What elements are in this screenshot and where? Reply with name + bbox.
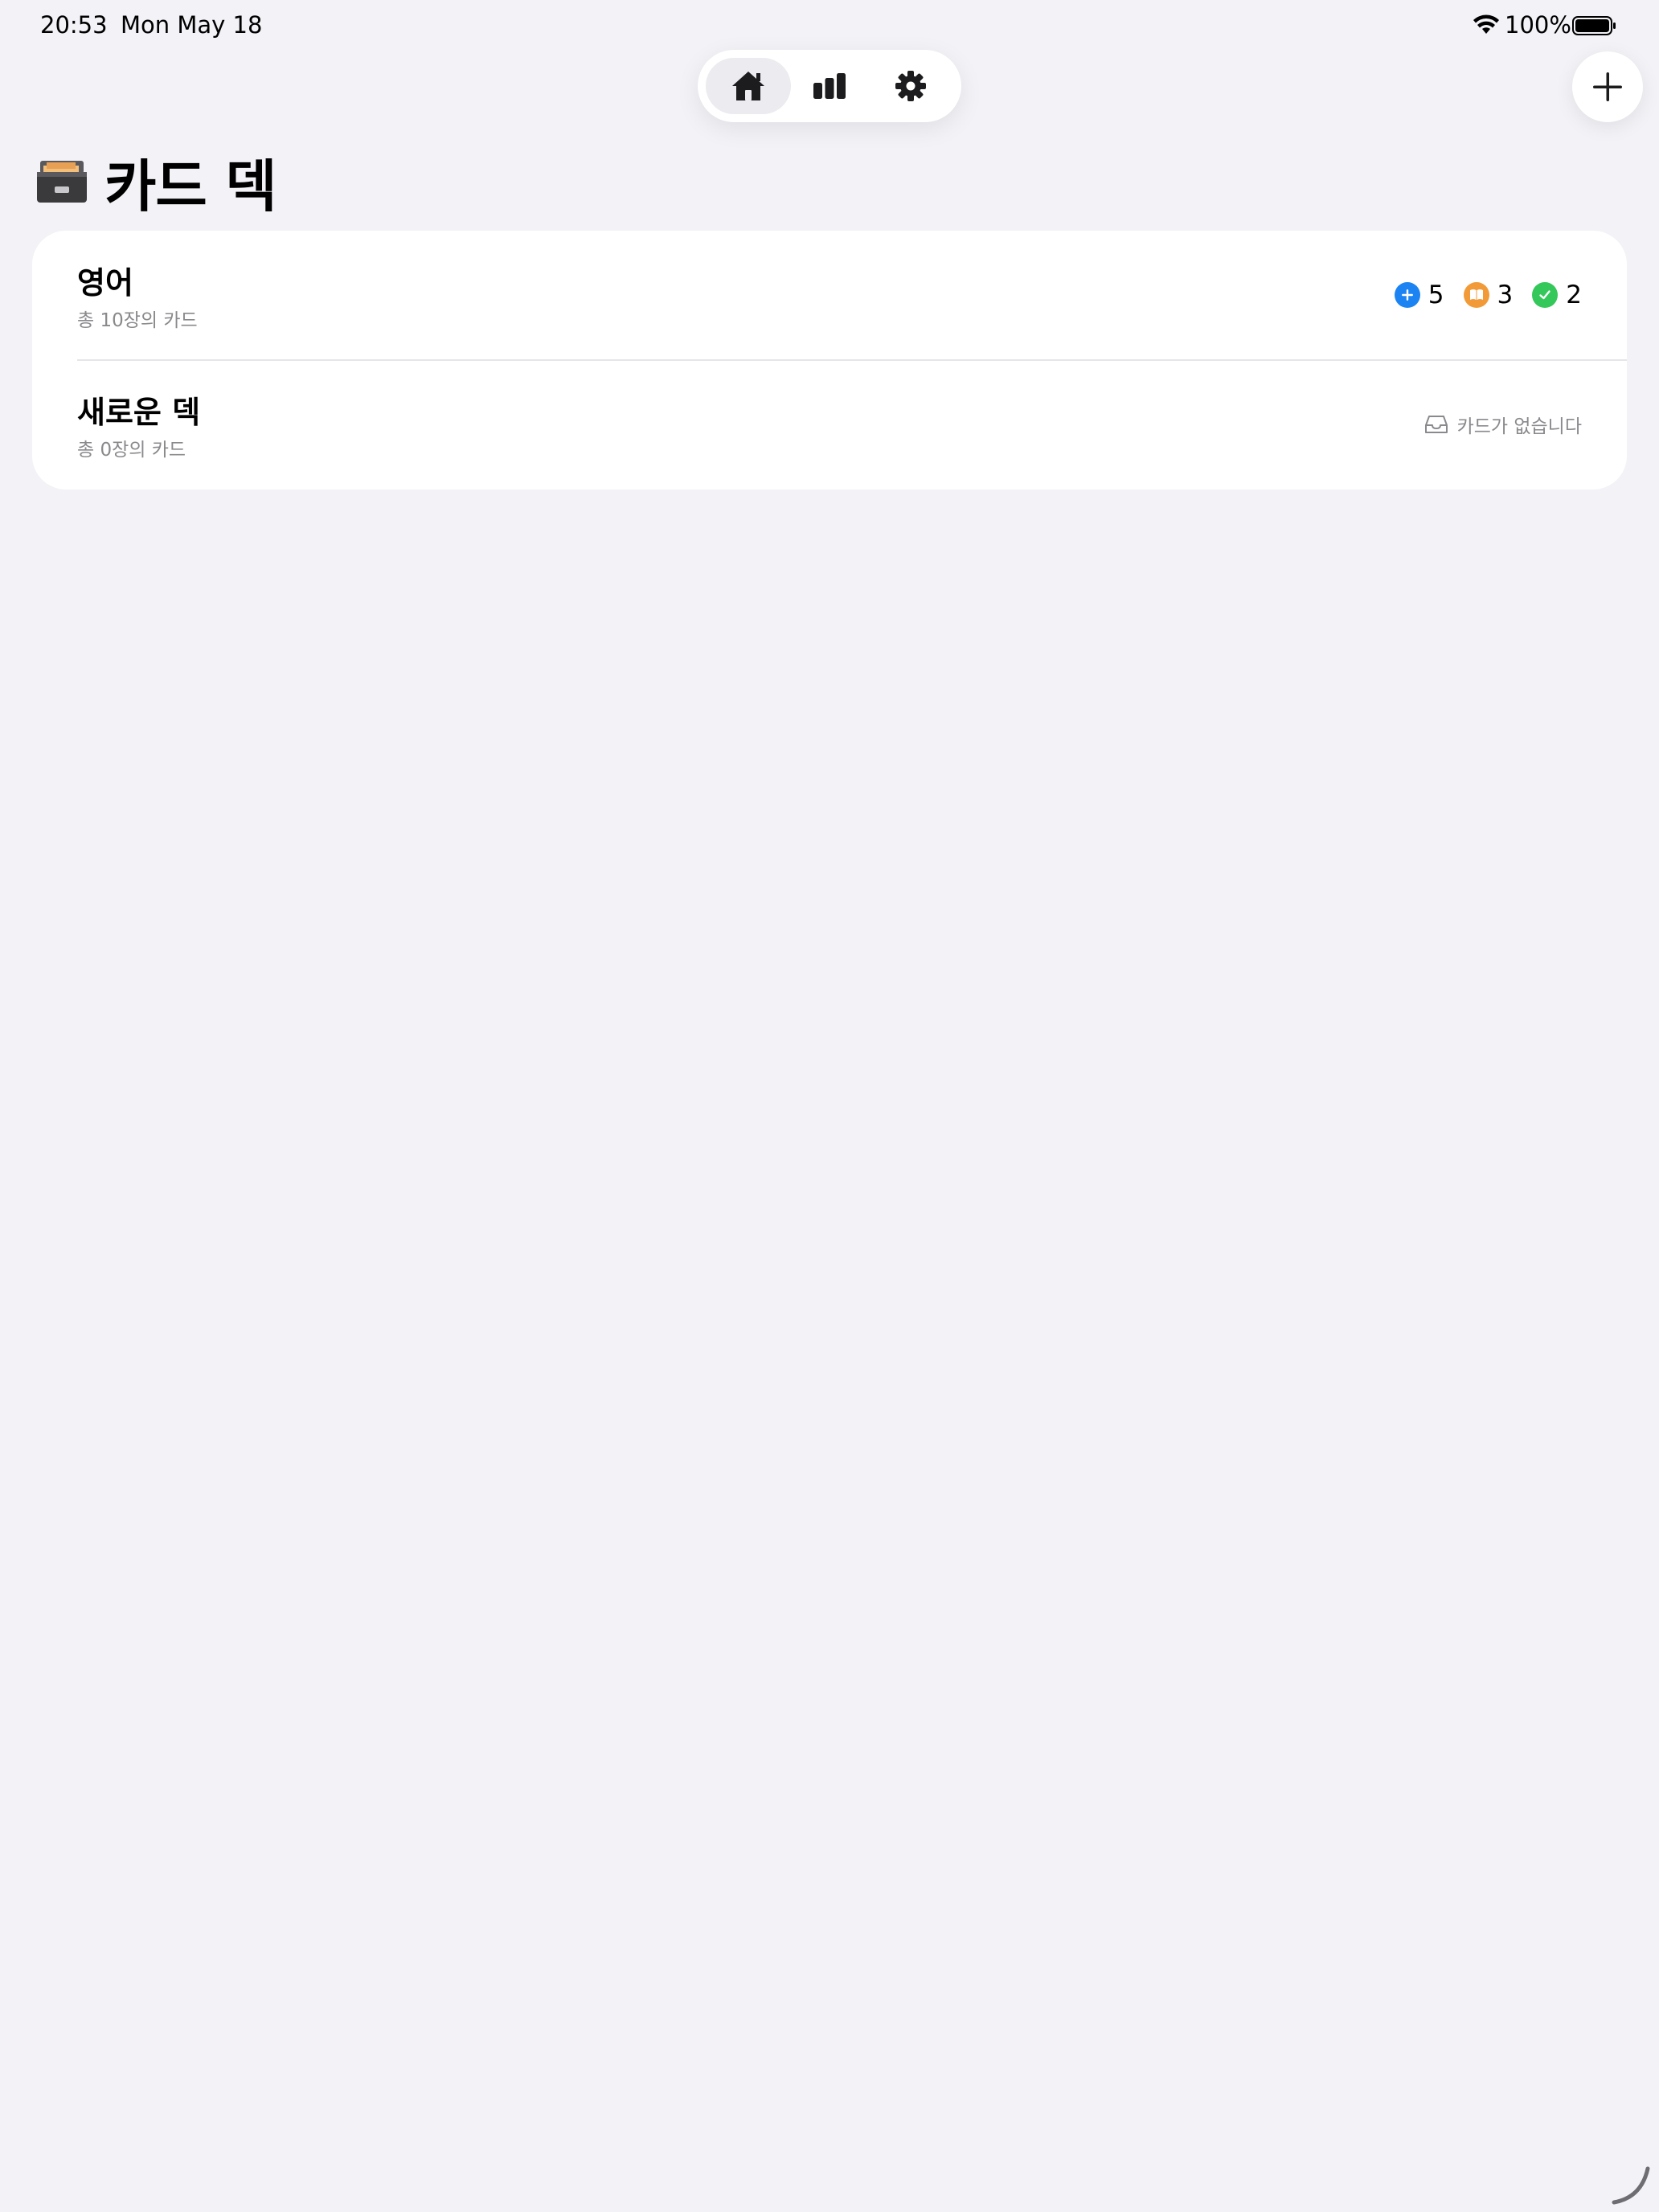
plus-circle-icon: [1394, 282, 1420, 308]
plus-icon: [1593, 72, 1622, 101]
page-title: 카드 덱: [104, 153, 277, 219]
check-circle-icon: [1532, 282, 1559, 308]
deck-list: 영어 총 10장의 카드 5 3 2 새로운 덱 총 0장의 카드 카드가 없습…: [32, 231, 1627, 490]
deck-stats: 5 3 2: [1375, 281, 1582, 309]
stat-new: 5: [1394, 281, 1444, 309]
empty-deck-text: 카드가 없습니다: [1456, 416, 1582, 437]
deck-row-english[interactable]: 영어 총 10장의 카드 5 3 2: [32, 231, 1627, 360]
empty-deck-status: 카드가 없습니다: [1423, 410, 1582, 439]
app-screen: 20:53 Mon May 18 100% 카드 덱 영어 총 10장의 카드 …: [0, 0, 1659, 2212]
page-header: 카드 덱: [35, 145, 277, 219]
add-deck-button[interactable]: [1572, 51, 1643, 122]
house-icon: [732, 72, 764, 100]
bar-chart-icon: [813, 73, 846, 99]
deck-card-count: 총 0장의 카드: [77, 440, 186, 461]
battery-full-icon: [1572, 16, 1616, 35]
tray-icon: [1424, 416, 1448, 433]
card-file-box-icon: [37, 161, 87, 203]
deck-card-count: 총 10장의 카드: [77, 310, 198, 331]
stat-done-value: 2: [1566, 281, 1582, 309]
deck-row-new-deck[interactable]: 새로운 덱 총 0장의 카드 카드가 없습니다: [32, 360, 1627, 490]
tab-bar: [698, 50, 961, 122]
status-date: Mon May 18: [121, 11, 263, 39]
stat-done: 2: [1532, 281, 1582, 309]
tab-statistics[interactable]: [787, 58, 872, 114]
stat-new-value: 5: [1428, 281, 1444, 309]
deck-name: 새로운 덱: [77, 395, 201, 430]
status-time: 20:53: [40, 11, 108, 39]
tab-settings[interactable]: [868, 58, 953, 114]
resize-corner-icon: [1612, 2166, 1650, 2205]
gear-icon: [895, 71, 926, 101]
stat-learning: 3: [1463, 281, 1514, 309]
stat-learning-value: 3: [1497, 281, 1514, 309]
deck-name: 영어: [77, 265, 133, 301]
book-circle-icon: [1463, 282, 1489, 308]
tab-home[interactable]: [706, 58, 791, 114]
battery-percent: 100%: [1505, 11, 1571, 39]
wifi-icon: [1473, 14, 1499, 34]
status-bar: 20:53 Mon May 18 100%: [0, 0, 1659, 51]
